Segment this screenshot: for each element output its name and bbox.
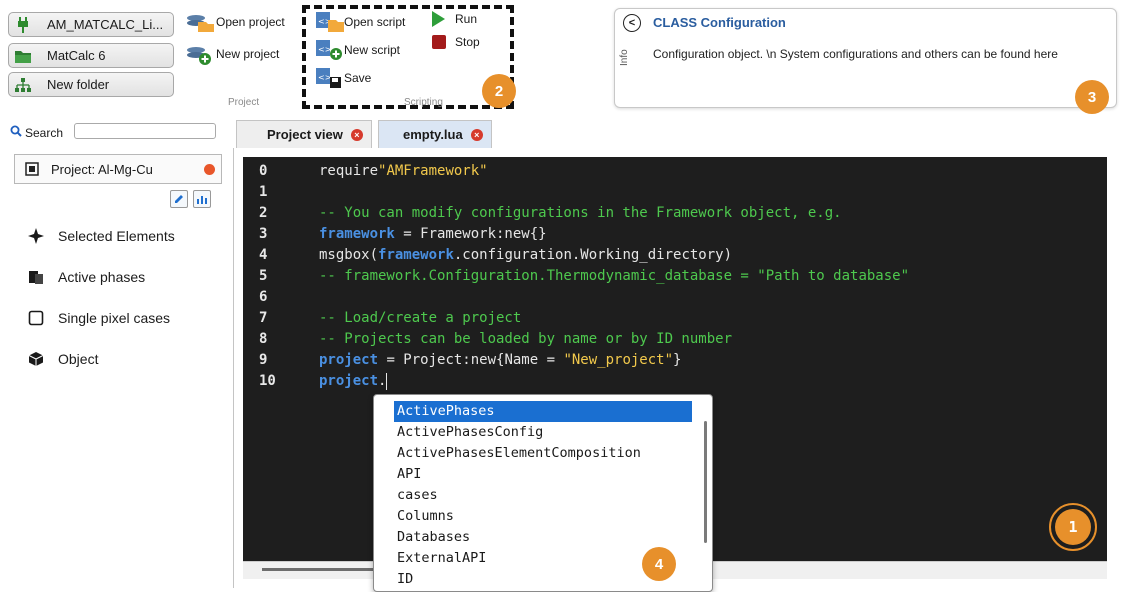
tab-label: empty.lua	[403, 127, 463, 142]
project-label: Project: Al-Mg-Cu	[51, 161, 153, 177]
tab-empty-lua[interactable]: empty.lua ×	[378, 120, 492, 148]
sidebar-item-object[interactable]: Object	[28, 351, 98, 367]
plug-icon	[15, 16, 31, 33]
play-icon	[432, 11, 445, 27]
line-number: 9	[259, 352, 268, 368]
chart-project-button[interactable]	[193, 190, 211, 208]
open-script-label: Open script	[344, 15, 406, 29]
svg-text:<>: <>	[318, 45, 331, 54]
phases-icon	[28, 269, 44, 285]
sidebar-item-single-pixel-cases[interactable]: Single pixel cases	[28, 310, 170, 326]
step-badge-4: 4	[642, 547, 676, 581]
close-icon[interactable]: ×	[470, 128, 483, 141]
project-status-dot	[204, 164, 215, 175]
hierarchy-icon	[15, 77, 31, 93]
cube-icon	[28, 351, 44, 367]
new-project-icon	[184, 42, 214, 66]
new-script-button[interactable]: <> New script	[314, 38, 400, 62]
square-icon	[28, 310, 44, 326]
launch-button-matcalc6[interactable]: MatCalc 6	[8, 43, 174, 68]
open-project-button[interactable]: Open project	[184, 10, 285, 34]
save-label: Save	[344, 71, 372, 85]
info-side-label: Info	[619, 49, 630, 67]
close-icon[interactable]: ×	[350, 128, 363, 141]
line-number: 1	[259, 184, 268, 200]
search-text: Search	[25, 125, 64, 140]
new-script-label: New script	[344, 43, 401, 57]
edit-icon	[175, 195, 183, 203]
autocomplete-item[interactable]: ActivePhases	[394, 401, 692, 422]
autocomplete-item[interactable]: API	[394, 464, 692, 485]
launch-button-am-matcalc[interactable]: AM_MATCALC_Li...	[8, 12, 174, 37]
new-project-button[interactable]: New project	[184, 42, 279, 66]
sidebar-item-label: Object	[58, 351, 99, 367]
stop-label: Stop	[455, 35, 480, 49]
line-number: 6	[259, 289, 268, 305]
autocomplete-item[interactable]: Databases	[394, 527, 692, 548]
open-project-icon	[184, 10, 214, 34]
info-title: CLASS Configuration	[653, 15, 786, 30]
search-label: Search	[10, 125, 63, 140]
folder-icon	[15, 48, 31, 64]
tab-label: Project view	[267, 127, 343, 142]
new-script-icon: <>	[314, 38, 344, 62]
back-arrow-icon[interactable]: <	[623, 14, 641, 32]
autocomplete-scrollbar[interactable]	[704, 421, 707, 543]
sidebar-item-label: Active phases	[58, 269, 146, 285]
step-badge-1: 1	[1049, 503, 1097, 551]
svg-text:<>: <>	[318, 73, 331, 82]
step-badge-3: 3	[1075, 80, 1109, 114]
sidebar-item-label: Selected Elements	[58, 228, 175, 244]
search-input[interactable]	[74, 123, 216, 139]
line-number: 4	[259, 247, 268, 263]
tab-project-view[interactable]: Project view ×	[236, 120, 372, 148]
edit-project-button[interactable]	[170, 190, 188, 208]
line-number: 2	[259, 205, 268, 221]
elements-icon	[28, 228, 44, 244]
line-number: 0	[259, 163, 268, 179]
launch-button-label: New folder	[47, 77, 110, 92]
stop-icon	[432, 35, 446, 49]
new-project-label: New project	[216, 47, 280, 61]
step-badge-2: 2	[482, 74, 516, 108]
stop-button[interactable]: Stop	[432, 35, 480, 49]
open-project-label: Open project	[216, 15, 285, 29]
project-group-label: Project	[228, 97, 260, 108]
save-script-button[interactable]: <> Save	[314, 66, 371, 90]
save-icon: <>	[314, 66, 344, 90]
sidebar-item-active-phases[interactable]: Active phases	[28, 269, 145, 285]
info-panel: < CLASS Configuration Info Configuration…	[614, 8, 1117, 108]
launch-button-label: MatCalc 6	[47, 48, 106, 63]
sidebar-item-label: Single pixel cases	[58, 310, 171, 326]
run-button[interactable]: Run	[432, 11, 477, 27]
horizontal-scrollbar[interactable]	[262, 568, 382, 571]
info-description: Configuration object. \n System configur…	[653, 47, 1058, 61]
chart-icon	[197, 196, 207, 204]
scripting-group-label: Scripting	[404, 97, 443, 108]
run-label: Run	[455, 12, 478, 26]
project-selector[interactable]: Project: Al-Mg-Cu	[14, 154, 222, 184]
open-script-icon: <>	[314, 10, 344, 34]
open-script-button[interactable]: <> Open script	[314, 10, 405, 34]
autocomplete-popup: ActivePhases ActivePhasesConfig ActivePh…	[373, 394, 713, 592]
autocomplete-item[interactable]: ActivePhasesElementComposition	[394, 443, 692, 464]
line-number: 10	[259, 373, 276, 389]
autocomplete-item[interactable]: cases	[394, 485, 692, 506]
autocomplete-item[interactable]: ActivePhasesConfig	[394, 422, 692, 443]
line-number: 7	[259, 310, 268, 326]
project-icon	[25, 162, 39, 176]
line-number: 3	[259, 226, 268, 242]
launch-button-label: AM_MATCALC_Li...	[47, 17, 164, 32]
line-number: 8	[259, 331, 268, 347]
text-cursor	[386, 372, 388, 390]
search-icon	[10, 125, 22, 140]
autocomplete-item[interactable]: Columns	[394, 506, 692, 527]
launch-button-new-folder[interactable]: New folder	[8, 72, 174, 97]
line-number: 5	[259, 268, 268, 284]
sidebar-item-selected-elements[interactable]: Selected Elements	[28, 228, 175, 244]
